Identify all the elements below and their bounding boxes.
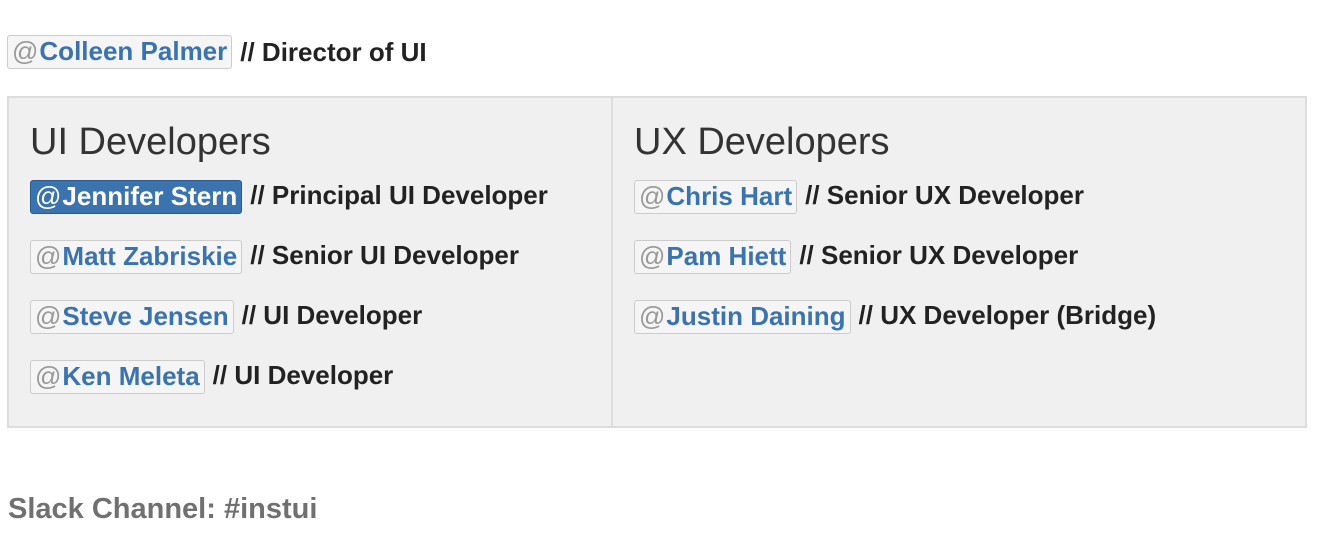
list-item: @Steve Jensen // UI Developer <box>30 300 611 360</box>
mention-name: Steve Jensen <box>62 301 229 331</box>
member-role: // Senior UI Developer <box>250 240 519 270</box>
at-symbol: @ <box>639 301 666 331</box>
at-symbol: @ <box>35 301 62 331</box>
director-line: @Colleen Palmer // Director of UI <box>7 34 427 70</box>
list-item: @Matt Zabriskie // Senior UI Developer <box>30 240 611 300</box>
at-symbol: @ <box>12 36 39 66</box>
teams-panel: UI Developers @Jennifer Stern // Princip… <box>7 96 1307 428</box>
ui-developers-column: UI Developers @Jennifer Stern // Princip… <box>9 98 611 426</box>
mention-name: Matt Zabriskie <box>62 241 238 271</box>
member-role: // Senior UX Developer <box>799 240 1079 270</box>
mention-name: Pam Hiett <box>666 241 787 271</box>
member-role: // UI Developer <box>241 300 423 330</box>
mention-name: Jennifer Stern <box>62 181 238 211</box>
at-symbol: @ <box>639 181 666 211</box>
slack-channel: Slack Channel: #instui <box>8 493 318 525</box>
mention-name: Ken Meleta <box>62 361 200 391</box>
member-role: // UX Developer (Bridge) <box>858 300 1157 330</box>
mention-name: Colleen Palmer <box>39 36 228 66</box>
mention-matt-zabriskie[interactable]: @Matt Zabriskie <box>30 240 243 274</box>
ux-developers-column: UX Developers @Chris Hart // Senior UX D… <box>611 98 1305 426</box>
ui-developers-heading: UI Developers <box>30 121 271 163</box>
mention-name: Justin Daining <box>666 301 846 331</box>
at-symbol: @ <box>35 361 62 391</box>
mention-ken-meleta[interactable]: @Ken Meleta <box>30 360 205 394</box>
ux-developers-heading: UX Developers <box>634 121 890 163</box>
mention-pam-hiett[interactable]: @Pam Hiett <box>634 240 792 274</box>
mention-name: Chris Hart <box>666 181 793 211</box>
member-role: // Principal UI Developer <box>250 180 548 210</box>
mention-chris-hart[interactable]: @Chris Hart <box>634 180 798 214</box>
at-symbol: @ <box>35 241 62 271</box>
list-item: @Pam Hiett // Senior UX Developer <box>634 240 1305 300</box>
list-item: @Justin Daining // UX Developer (Bridge) <box>634 300 1305 360</box>
list-item: @Chris Hart // Senior UX Developer <box>634 180 1305 240</box>
mention-steve-jensen[interactable]: @Steve Jensen <box>30 300 234 334</box>
list-item: @Ken Meleta // UI Developer <box>30 360 611 420</box>
mention-justin-daining[interactable]: @Justin Daining <box>634 300 851 334</box>
member-role: // UI Developer <box>212 360 394 390</box>
mention-colleen-palmer[interactable]: @Colleen Palmer <box>7 35 233 69</box>
at-symbol: @ <box>639 241 666 271</box>
at-symbol: @ <box>35 181 62 211</box>
member-role: // Senior UX Developer <box>805 180 1084 210</box>
mention-jennifer-stern[interactable]: @Jennifer Stern <box>30 180 243 214</box>
director-role: // Director of UI <box>240 36 427 67</box>
list-item: @Jennifer Stern // Principal UI Develope… <box>30 180 611 240</box>
